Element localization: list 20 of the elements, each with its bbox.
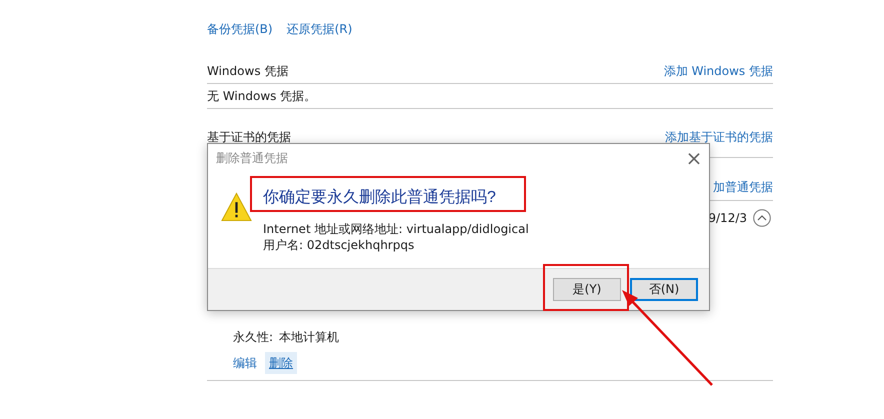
empty-message: 无 Windows 凭据。: [207, 88, 318, 105]
add-link[interactable]: 加普通凭据: [713, 176, 773, 200]
warning-icon: [221, 192, 252, 222]
dialog-button[interactable]: 否(N): [630, 278, 698, 301]
field-label: 永久性:: [233, 329, 274, 346]
toolbar-link[interactable]: 备份凭据(B): [207, 21, 273, 37]
dialog-question: 你确定要永久删除此普通凭据吗?: [263, 188, 496, 208]
section-title: Windows 凭据: [207, 63, 288, 80]
dialog-detail: 用户名: 02dtscjekhqhrpqs: [263, 237, 416, 253]
entry-date: 9/12/3: [708, 210, 747, 227]
dialog-title: 删除普通凭据: [216, 150, 288, 166]
field-value: 本地计算机: [279, 329, 340, 346]
dialog-button[interactable]: 是(Y): [553, 278, 621, 301]
toolbar-link[interactable]: 还原凭据(R): [286, 21, 352, 37]
entry-action-link[interactable]: 编辑: [233, 352, 261, 374]
add-link[interactable]: 添加 Windows 凭据: [664, 63, 773, 83]
dialog-detail: Internet 地址或网络地址: virtualapp/didlogical: [263, 221, 529, 237]
entry-action-link[interactable]: 删除: [265, 352, 297, 374]
section-title: 基于证书的凭据: [207, 129, 291, 146]
collapse-icon[interactable]: [753, 209, 771, 227]
